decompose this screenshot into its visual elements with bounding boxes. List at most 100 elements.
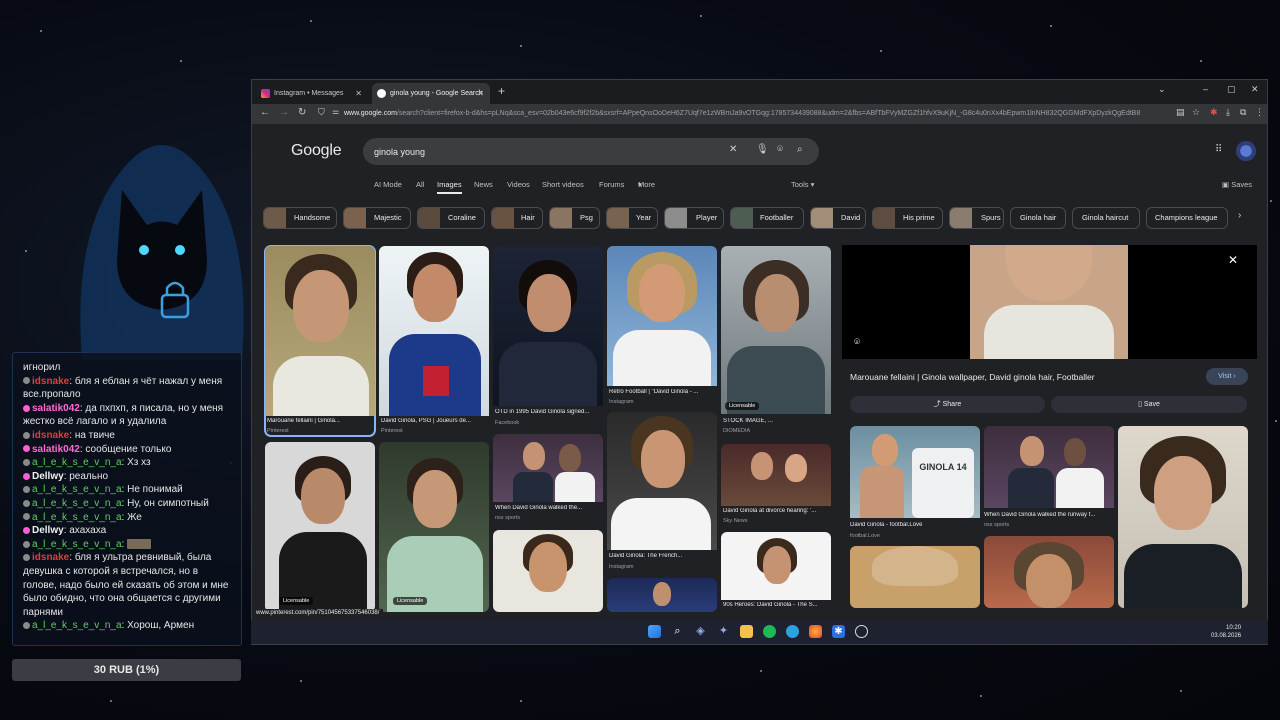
firefox-icon[interactable] xyxy=(809,625,822,638)
result-caption: When David Ginola walked the... xyxy=(495,505,583,511)
image-result[interactable]: Licensable xyxy=(379,442,489,612)
copilot-icon[interactable]: ◈ xyxy=(694,625,707,638)
search-icon[interactable]: ⌕ xyxy=(671,625,684,638)
shield-icon[interactable]: ⛉ xyxy=(318,107,325,118)
image-result[interactable]: OTD in 1995 David Ginola signed... Faceb… xyxy=(493,246,603,430)
maximize-icon[interactable]: ▢ xyxy=(1227,84,1236,95)
chip-footballer[interactable]: Footballer xyxy=(730,207,804,229)
google-logo[interactable]: Google xyxy=(291,142,342,160)
tab-images[interactable]: Images xyxy=(437,180,462,189)
chip-player[interactable]: Player xyxy=(664,207,724,229)
close-tab-icon[interactable]: ✕ xyxy=(355,83,362,104)
tab-google-search[interactable]: ginola young - Google Search ✕ xyxy=(372,83,490,104)
visit-button[interactable]: Visit › xyxy=(1206,368,1248,385)
chip-psg[interactable]: Psg xyxy=(549,207,600,229)
preview-image[interactable]: ⌾ xyxy=(842,245,1257,359)
close-tab-icon[interactable]: ✕ xyxy=(477,83,484,104)
result-caption: David Ginola: The French... xyxy=(609,553,683,559)
avatar[interactable] xyxy=(1236,141,1256,161)
apps-grid-icon[interactable]: ⠿ xyxy=(1215,144,1222,155)
save-button[interactable]: ▯ Save xyxy=(1051,396,1247,413)
address-bar[interactable]: www.google.com/search?client=firefox-b-d… xyxy=(344,107,1174,121)
extensions-icon[interactable]: ⧉ xyxy=(1240,107,1246,118)
related-image[interactable] xyxy=(850,546,980,608)
chip-ginola-hair[interactable]: Ginola hair xyxy=(1010,207,1066,229)
chip-handsome[interactable]: Handsome xyxy=(263,207,337,229)
chip-thumbnail xyxy=(873,208,895,228)
chip-year[interactable]: Year xyxy=(606,207,658,229)
share-button[interactable]: ⤴ Share xyxy=(850,396,1045,413)
chip-coraline[interactable]: Coraline xyxy=(417,207,485,229)
close-window-icon[interactable]: ✕ xyxy=(1251,84,1259,95)
image-result[interactable]: David Ginola, PSG | Joueurs de... Pinter… xyxy=(379,246,489,436)
related-caption: When David Ginola walked the runway f... xyxy=(984,512,1096,518)
licensable-badge: Licensable xyxy=(279,597,314,605)
tab-list-icon[interactable]: ⌄ xyxy=(1158,84,1166,95)
chip-spurs[interactable]: Spurs xyxy=(949,207,1004,229)
chip-ginola-haircut[interactable]: Ginola haircut xyxy=(1072,207,1140,229)
tab-instagram[interactable]: Instagram • Messages ✕ xyxy=(256,83,368,104)
minimize-icon[interactable]: – xyxy=(1203,84,1208,94)
image-result[interactable]: Licensable xyxy=(265,442,375,612)
reader-icon[interactable]: ▤ xyxy=(1176,107,1185,118)
chevron-right-icon[interactable]: › xyxy=(1238,210,1241,221)
result-source: Pinterest xyxy=(381,428,403,434)
streamer-avatar-cat xyxy=(80,145,244,360)
chip-majestic[interactable]: Majestic xyxy=(343,207,411,229)
telegram-icon[interactable] xyxy=(786,625,799,638)
reload-icon[interactable]: ↻ xyxy=(298,107,306,118)
related-image[interactable] xyxy=(984,536,1114,608)
back-icon[interactable]: ← xyxy=(260,107,270,118)
bookmark-star-icon[interactable]: ☆ xyxy=(1192,107,1200,118)
app-star-icon[interactable]: ✱ xyxy=(832,625,845,638)
forward-icon[interactable]: → xyxy=(279,107,289,118)
related-image[interactable]: GINOLA 14 David Ginola - footbal.Love fo… xyxy=(850,426,980,542)
start-icon[interactable] xyxy=(648,625,661,638)
search-icon[interactable]: ⌕ xyxy=(797,144,803,155)
lens-icon[interactable]: ⌾ xyxy=(854,337,860,348)
chip-david[interactable]: David xyxy=(810,207,866,229)
chip-champions-league[interactable]: Champions league xyxy=(1146,207,1228,229)
tab-videos[interactable]: Videos xyxy=(507,180,530,189)
image-result[interactable]: David Ginola at divorce hearing: '... Sk… xyxy=(721,444,831,528)
system-clock[interactable]: 10:20 03.08.2026 xyxy=(1211,624,1241,640)
tab-all[interactable]: All xyxy=(416,180,424,189)
menu-icon[interactable]: ⋮ xyxy=(1255,107,1264,118)
chat-message: idsnake: на твиче xyxy=(23,429,231,443)
downloads-icon[interactable]: ⤓ xyxy=(1226,107,1230,118)
new-tab-icon[interactable]: + xyxy=(498,84,505,98)
site-info-icon[interactable]: ⚌ xyxy=(332,107,339,116)
chip-his-prime[interactable]: His prime xyxy=(872,207,943,229)
tab-short-videos[interactable]: Short videos xyxy=(542,180,584,189)
tab-ai-mode[interactable]: AI Mode xyxy=(374,180,402,189)
extension-icon[interactable]: ✱ xyxy=(1210,107,1218,118)
voice-search-icon[interactable]: 🎙 xyxy=(756,144,769,155)
lens-icon[interactable]: ⌾ xyxy=(777,144,783,155)
close-icon[interactable]: ✕ xyxy=(1228,253,1238,267)
image-result[interactable] xyxy=(493,530,603,612)
related-image[interactable] xyxy=(1118,426,1248,608)
emote-icon xyxy=(127,539,152,550)
image-result[interactable]: Marouane fellaini | Ginola... Pinterest xyxy=(264,245,376,437)
search-box[interactable]: ✕ 🎙 ⌾ ⌕ xyxy=(363,138,819,165)
spotify-icon[interactable] xyxy=(763,625,776,638)
image-result[interactable]: David Ginola: The French... Instagram xyxy=(607,412,717,574)
image-result[interactable]: When David Ginola walked the... nss spor… xyxy=(493,434,603,524)
app-icon[interactable]: ✦ xyxy=(717,625,730,638)
app-record-icon[interactable] xyxy=(855,625,868,638)
image-result[interactable]: Retro Football | "David Ginola - ... Ins… xyxy=(607,246,717,406)
related-image[interactable]: When David Ginola walked the runway f...… xyxy=(984,426,1114,530)
image-result[interactable]: 90s Heroes: David Ginola - The S... xyxy=(721,532,831,612)
chip-hair[interactable]: Hair xyxy=(491,207,543,229)
file-explorer-icon[interactable] xyxy=(740,625,753,638)
result-caption: 90s Heroes: David Ginola - The S... xyxy=(723,602,818,608)
image-result[interactable] xyxy=(607,578,717,612)
tab-news[interactable]: News xyxy=(474,180,493,189)
tools-button[interactable]: Tools ▾ xyxy=(791,180,814,189)
clear-icon[interactable]: ✕ xyxy=(729,144,737,155)
saves-button[interactable]: ▣ Saves xyxy=(1222,180,1252,189)
search-input[interactable] xyxy=(374,143,714,160)
tab-forums[interactable]: Forums xyxy=(599,180,624,189)
image-result[interactable]: Licensable STOCK IMAGE, ... DIOMEDIA xyxy=(721,246,831,436)
preview-title[interactable]: Marouane fellaini | Ginola wallpaper, Da… xyxy=(850,372,1095,382)
